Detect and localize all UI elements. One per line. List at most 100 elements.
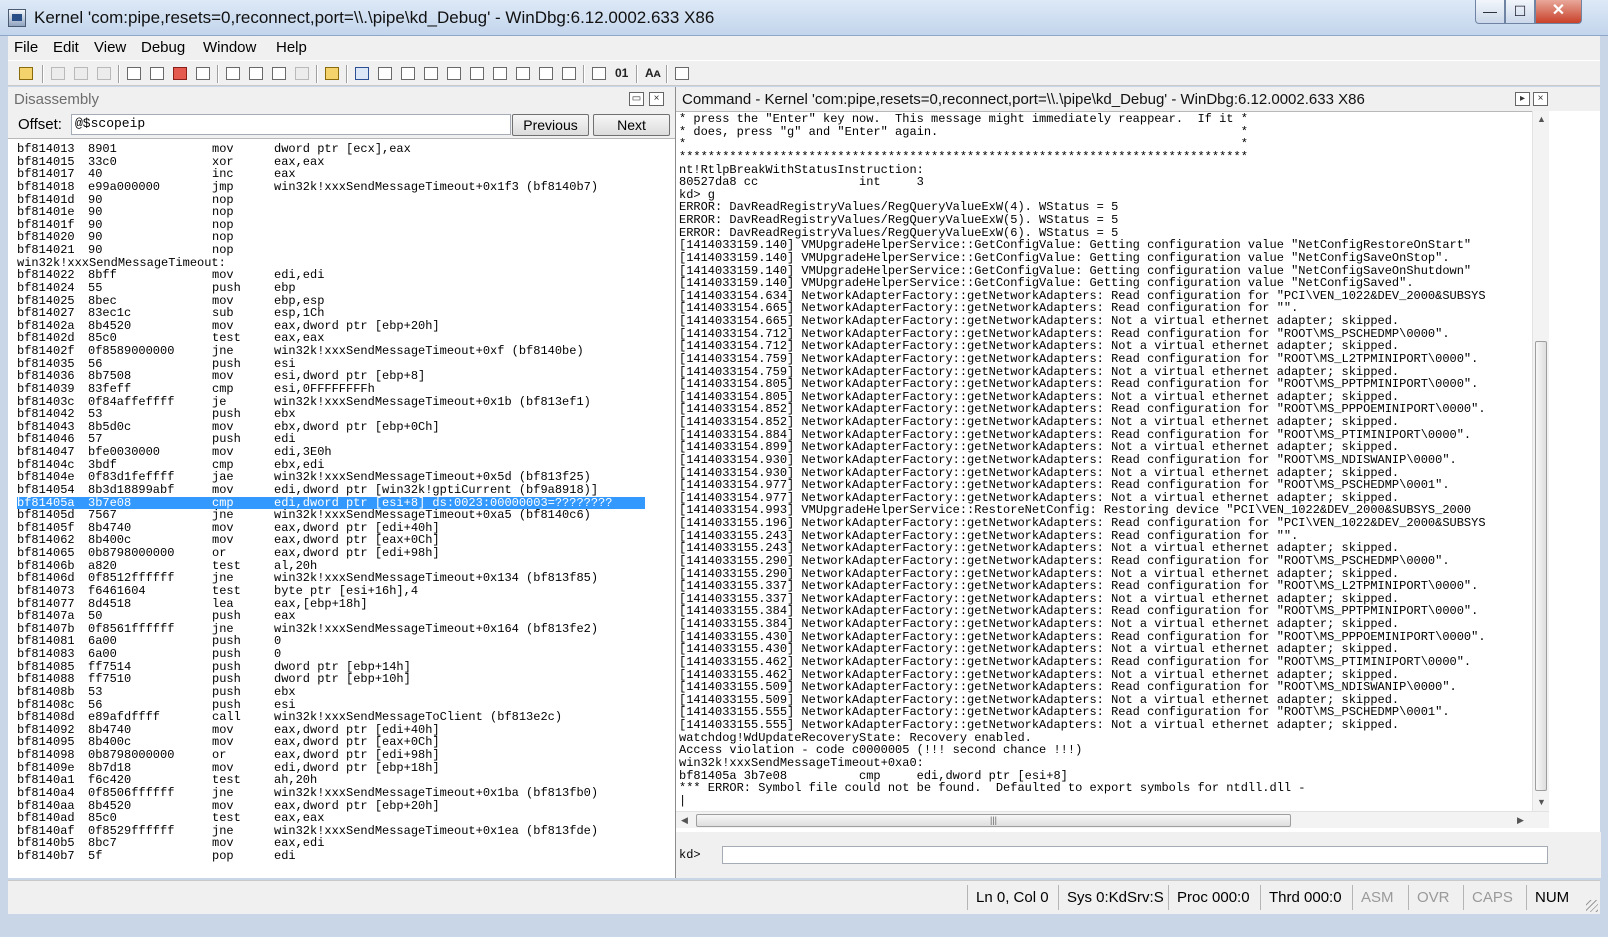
call-stack-window-icon[interactable] bbox=[467, 64, 487, 83]
instruction-row[interactable]: bf814015 33c0 xor eax,eax bbox=[17, 155, 657, 169]
close-button[interactable]: ✕ bbox=[1535, 0, 1582, 24]
previous-button[interactable]: Previous bbox=[512, 114, 589, 136]
disassembly-window-icon[interactable] bbox=[490, 64, 510, 83]
close-pane-icon[interactable]: × bbox=[649, 92, 664, 106]
instruction-row[interactable]: bf814027 83ec1c sub esp,1Ch bbox=[17, 307, 657, 320]
run-to-cursor-icon[interactable] bbox=[292, 64, 312, 83]
instruction-operands: win32k!xxxSendMessageTimeout+0x5d (bf813… bbox=[274, 470, 591, 485]
menu-file[interactable]: File bbox=[8, 39, 44, 56]
source-mode-icon[interactable] bbox=[559, 64, 579, 83]
font-icon[interactable]: Aᴀ bbox=[642, 64, 662, 83]
paste-icon[interactable] bbox=[94, 64, 114, 83]
instruction-row[interactable]: bf81403c 0f84affeffff je win32k!xxxSendMess… bbox=[17, 395, 657, 409]
watch-window-icon[interactable] bbox=[375, 64, 395, 83]
windbg-app-icon[interactable] bbox=[8, 9, 26, 27]
output-line: [1414033154.712] NetworkAdapterFactory::… bbox=[679, 339, 1400, 354]
instruction-row[interactable]: bf81408b 53 push ebx bbox=[17, 686, 657, 699]
instruction-row[interactable]: bf8140b5 8bc7 mov eax,edi bbox=[17, 837, 657, 850]
instruction-row[interactable]: bf81408d e89afdffff call win32k!xxxSendMess… bbox=[17, 711, 657, 724]
step-into-icon[interactable] bbox=[223, 64, 243, 83]
maximize-button[interactable]: ☐ bbox=[1505, 0, 1535, 24]
memory-window-icon[interactable] bbox=[444, 64, 464, 83]
scroll-right-icon[interactable]: ▶ bbox=[1512, 812, 1529, 829]
minimize-button[interactable]: — bbox=[1475, 0, 1505, 24]
instruction-row[interactable]: bf8140a1 f6c420 test ah,20h bbox=[17, 774, 657, 787]
instruction-row[interactable]: bf814036 8b7508 mov esi,dword ptr [ebp+8] bbox=[17, 370, 657, 383]
scroll-up-icon[interactable]: ▲ bbox=[1533, 111, 1550, 128]
instruction-row[interactable]: bf81401d 90 nop bbox=[17, 193, 657, 207]
resize-grip-icon[interactable] bbox=[1586, 900, 1598, 912]
instruction-row[interactable]: bf8140ad 85c0 test eax,eax bbox=[17, 812, 657, 825]
instruction-row[interactable]: bf81404e 0f83d1feffff jae win32k!xxxSendMes… bbox=[17, 471, 657, 484]
instruction-row[interactable]: bf81407a 50 push eax bbox=[17, 610, 657, 623]
dock-window-icon[interactable]: ▭ bbox=[629, 92, 644, 106]
instruction-row[interactable]: bf814043 8b5d0c mov ebx,dword ptr [ebp+0Ch] bbox=[17, 421, 657, 434]
instruction-row[interactable]: bf81401f 90 nop bbox=[17, 219, 657, 232]
go-icon[interactable] bbox=[124, 64, 144, 83]
disassembly-listing[interactable]: bf814013 8901 mov dword ptr [ecx],eax bf8140… bbox=[8, 138, 675, 878]
menu-debug[interactable]: Debug bbox=[135, 39, 191, 56]
step-out-icon[interactable] bbox=[269, 64, 289, 83]
instruction-row[interactable]: bf814098 0b8798000000 or eax,dword ptr [edi… bbox=[17, 749, 657, 762]
offset-input[interactable]: @$scopeip bbox=[71, 114, 511, 135]
command-output[interactable]: * press the "Enter" key now. This messag… bbox=[676, 111, 1532, 811]
instruction-row[interactable]: bf814021 90 nop bbox=[17, 244, 657, 257]
instruction-row[interactable]: bf814073 f6461604 test byte ptr [esi+16h],4 bbox=[17, 585, 657, 598]
vertical-scrollbar[interactable]: ▲ ▼ bbox=[1532, 111, 1549, 811]
instruction-row[interactable]: bf814054 8b3d18899abf mov edi,dword ptr [wi… bbox=[17, 484, 657, 497]
instruction-row[interactable]: bf81406d 0f8512ffffff jne win32k!xxxSendMes… bbox=[17, 572, 657, 585]
instruction-row[interactable]: bf8140b7 5f pop edi bbox=[17, 850, 657, 863]
cut-icon[interactable] bbox=[48, 64, 68, 83]
instruction-row[interactable]: bf814077 8d4518 lea eax,[ebp+18h] bbox=[17, 597, 657, 611]
instruction-row[interactable]: bf814083 6a00 push 0 bbox=[17, 648, 657, 661]
stop-debugging-icon[interactable] bbox=[170, 64, 190, 83]
instruction-row[interactable]: bf814047 bfe0030000 mov edi,3E0h bbox=[17, 446, 657, 459]
scroll-down-icon[interactable]: ▼ bbox=[1533, 794, 1550, 811]
dock-window-icon[interactable]: ▸ bbox=[1515, 92, 1530, 106]
break-icon[interactable] bbox=[193, 64, 213, 83]
close-pane-icon[interactable]: × bbox=[1533, 92, 1548, 106]
scratch-pad-icon[interactable] bbox=[513, 64, 533, 83]
menu-edit[interactable]: Edit bbox=[47, 39, 85, 56]
instruction-row[interactable]: bf814042 53 push ebx bbox=[17, 408, 657, 421]
instruction-row[interactable]: bf814017 40 inc eax bbox=[17, 168, 657, 181]
restart-icon[interactable] bbox=[147, 64, 167, 83]
menu-view[interactable]: View bbox=[88, 39, 132, 56]
scroll-thumb[interactable] bbox=[1535, 341, 1547, 791]
instruction-row[interactable]: bf814065 0b8798000000 or eax,dword ptr [edi… bbox=[17, 547, 657, 560]
instruction-row[interactable]: bf814013 8901 mov dword ptr [ecx],eax bbox=[17, 143, 657, 156]
scroll-left-icon[interactable]: ◀ bbox=[676, 812, 693, 829]
step-over-icon[interactable] bbox=[246, 64, 266, 83]
horizontal-scrollbar[interactable]: ◀ ||| ▶ bbox=[676, 811, 1549, 828]
locals-window-icon[interactable] bbox=[398, 64, 418, 83]
processes-threads-icon[interactable] bbox=[536, 64, 556, 83]
instruction-row[interactable]: bf814039 83feff cmp esi,0FFFFFFFFh bbox=[17, 383, 657, 396]
instruction-row[interactable]: bf81402f 0f8589000000 jne win32k!xxxSendMes… bbox=[17, 345, 657, 358]
instruction-address: bf814083 bbox=[17, 647, 75, 661]
source-mode-on-icon[interactable] bbox=[589, 64, 609, 83]
instruction-row[interactable]: bf814088 ff7510 push dword ptr [ebp+10h] bbox=[17, 673, 657, 686]
disassembly-window: Disassembly ▭ × Offset: @$scopeip Previo… bbox=[8, 87, 675, 878]
open-folder-icon[interactable] bbox=[16, 64, 36, 83]
instruction-row[interactable]: bf81401e 90 nop bbox=[17, 206, 657, 219]
instruction-row[interactable]: bf8140a4 0f8506ffffff jne win32k!xxxSendMes… bbox=[17, 787, 657, 800]
command-input[interactable] bbox=[722, 846, 1548, 864]
instruction-row[interactable]: bf814020 90 nop bbox=[17, 231, 657, 244]
menu-window[interactable]: Window bbox=[197, 39, 262, 56]
next-button[interactable]: Next bbox=[593, 114, 670, 136]
instruction-row[interactable]: bf814018 e99a000000 jmp win32k!xxxSendMessa… bbox=[17, 181, 657, 194]
breakpoint-hand-icon[interactable] bbox=[322, 64, 342, 83]
instruction-row[interactable]: bf814024 55 push ebp bbox=[17, 282, 657, 295]
instruction-address: bf8140b7 bbox=[17, 849, 75, 863]
command-window-icon[interactable] bbox=[352, 64, 372, 83]
hex-display-icon[interactable]: 01 bbox=[612, 64, 632, 83]
options-icon[interactable] bbox=[672, 64, 692, 83]
menu-help[interactable]: Help bbox=[270, 39, 313, 56]
instruction-row[interactable]: bf814022 8bff mov edi,edi bbox=[17, 269, 657, 282]
instruction-row[interactable]: bf81405d 7567 jne win32k!xxxSendMessageTime… bbox=[17, 509, 657, 522]
copy-icon[interactable] bbox=[71, 64, 91, 83]
instruction-address: bf814039 bbox=[17, 381, 75, 396]
title-bar: Kernel 'com:pipe,resets=0,reconnect,port… bbox=[0, 0, 1608, 36]
scroll-thumb[interactable]: ||| bbox=[696, 814, 1291, 827]
registers-window-icon[interactable] bbox=[421, 64, 441, 83]
